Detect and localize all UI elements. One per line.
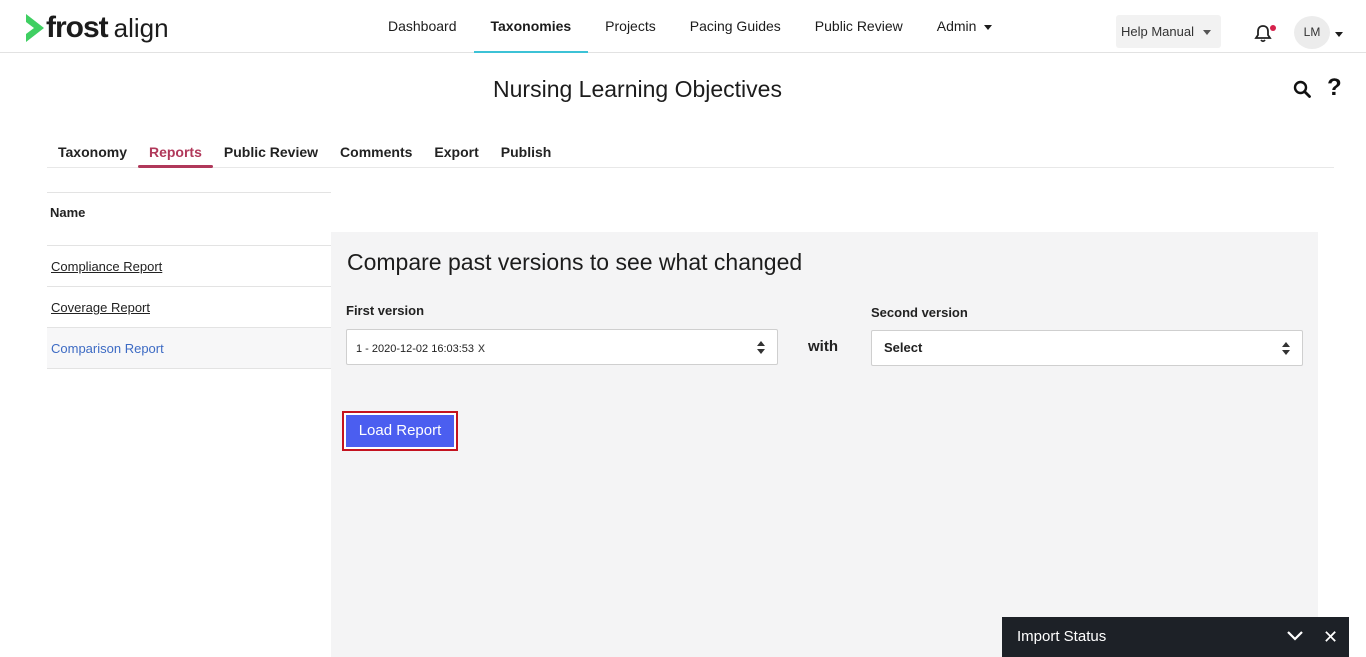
logo-text-bold: frost xyxy=(46,11,109,44)
clear-selection-icon[interactable]: x xyxy=(478,339,485,355)
sort-updown-icon xyxy=(757,341,765,354)
nav-dashboard[interactable]: Dashboard xyxy=(371,0,474,53)
load-report-label: Load Report xyxy=(346,415,454,447)
search-icon[interactable] xyxy=(1293,80,1311,98)
comparison-heading: Compare past versions to see what change… xyxy=(347,249,803,275)
help-manual-label: Help Manual xyxy=(1121,24,1194,39)
top-navbar: frost align Dashboard Taxonomies Project… xyxy=(0,0,1366,53)
help-manual-dropdown[interactable]: Help Manual xyxy=(1116,15,1221,48)
tab-reports[interactable]: Reports xyxy=(137,136,213,168)
frost-align-logo[interactable]: frost align xyxy=(24,11,169,45)
nav-projects[interactable]: Projects xyxy=(588,0,673,53)
chevron-down-icon xyxy=(1203,30,1211,36)
chevron-down-icon[interactable] xyxy=(1287,630,1303,642)
first-version-value: 1 - 2020-12-02 16:03:53 xyxy=(356,343,475,355)
nav-public-review[interactable]: Public Review xyxy=(798,0,920,53)
page-title: Nursing Learning Objectives xyxy=(493,76,782,102)
chevron-down-icon[interactable] xyxy=(1335,32,1343,37)
nav-admin-label: Admin xyxy=(936,18,977,34)
sort-updown-icon xyxy=(1282,342,1290,355)
help-question-icon[interactable]: ? xyxy=(1327,75,1342,101)
report-list: Name Compliance Report Coverage Report C… xyxy=(47,192,331,369)
chevron-down-icon xyxy=(984,24,993,30)
report-comparison-link[interactable]: Comparison Report xyxy=(47,328,331,369)
report-compliance-link[interactable]: Compliance Report xyxy=(47,246,331,287)
notification-dot xyxy=(1270,25,1276,31)
second-version-label: Second version xyxy=(871,305,968,320)
nav-pacing-guides[interactable]: Pacing Guides xyxy=(673,0,798,53)
taxonomy-tabs: Taxonomy Reports Public Review Comments … xyxy=(47,136,1334,168)
report-list-header: Name xyxy=(47,192,331,246)
tab-public-review[interactable]: Public Review xyxy=(213,136,329,167)
logo-text-light: align xyxy=(113,13,169,43)
nav-taxonomies[interactable]: Taxonomies xyxy=(473,0,589,53)
tab-publish[interactable]: Publish xyxy=(490,136,563,167)
main-nav: Dashboard Taxonomies Projects Pacing Gui… xyxy=(371,0,1009,53)
close-icon[interactable]: ✕ xyxy=(1323,617,1338,657)
tab-comments[interactable]: Comments xyxy=(329,136,423,167)
tab-taxonomy[interactable]: Taxonomy xyxy=(47,136,138,167)
tab-export[interactable]: Export xyxy=(423,136,489,167)
first-version-label: First version xyxy=(346,303,425,318)
import-status-label: Import Status xyxy=(1017,628,1107,645)
import-status-bar[interactable]: Import Status ✕ xyxy=(1002,617,1349,657)
with-label: with xyxy=(808,338,838,355)
first-version-select[interactable]: 1 - 2020-12-02 16:03:53 x xyxy=(346,329,778,365)
load-report-button[interactable]: Load Report xyxy=(342,411,458,451)
second-version-value: Select xyxy=(884,340,923,355)
logo-chevron-icon xyxy=(26,14,44,42)
comparison-panel: Compare past versions to see what change… xyxy=(331,232,1318,657)
nav-admin[interactable]: Admin xyxy=(920,0,1010,53)
avatar[interactable]: LM xyxy=(1294,16,1330,49)
second-version-select[interactable]: Select xyxy=(871,330,1303,366)
report-coverage-link[interactable]: Coverage Report xyxy=(47,287,331,328)
